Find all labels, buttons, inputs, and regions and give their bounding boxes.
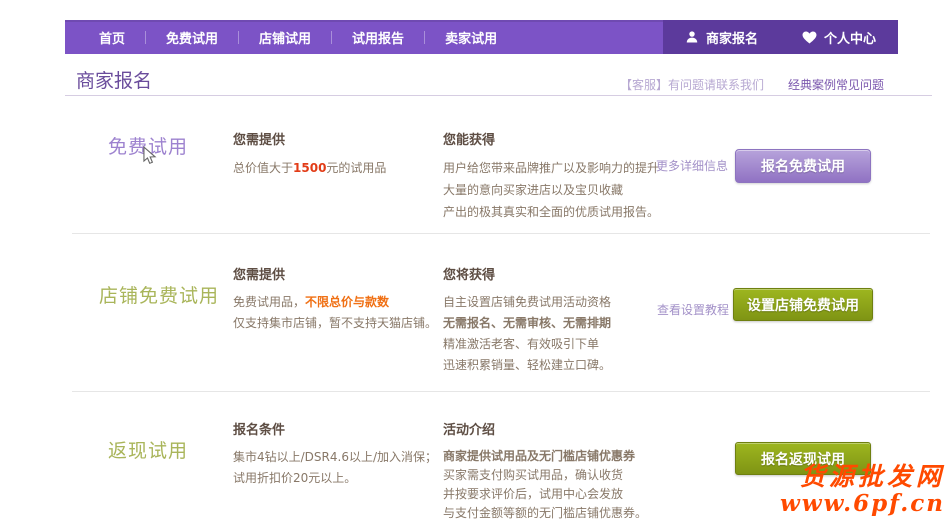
highlight-value: 不限总价与款数 xyxy=(305,295,389,309)
watermark-site-url: www.6pf.cn xyxy=(780,492,945,515)
benefit-line: 产出的极其真实和全面的优质试用报告。 xyxy=(443,201,659,223)
nav-personal-center-label: 个人中心 xyxy=(824,28,876,47)
text-segment: 免费试用品， xyxy=(233,295,305,309)
benefit-line: 迅速积累销量、轻松建立口碑。 xyxy=(443,355,611,376)
merchant-signup-page: 首页 免费试用 店铺试用 试用报告 卖家试用 商家报名 个人中心 xyxy=(0,0,948,519)
watermark-site-name: 货源批发网 xyxy=(800,464,945,489)
mouse-cursor-icon xyxy=(142,146,157,170)
col-heading: 报名条件 xyxy=(233,419,437,438)
page-title: 商家报名 xyxy=(76,66,152,93)
setup-shop-free-trial-button[interactable]: 设置店铺免费试用 xyxy=(733,288,873,321)
nav-item-seller-trial[interactable]: 卖家试用 xyxy=(425,28,517,47)
requirement-line: 总价值大于1500元的试用品 xyxy=(233,157,386,179)
condition-line: 试用折扣价20元以上。 xyxy=(233,468,437,489)
setup-tutorial-link[interactable]: 查看设置教程 xyxy=(657,301,729,318)
customer-service-link[interactable]: 【客服】有问题请联系我们 xyxy=(620,76,764,93)
col-heading: 您需提供 xyxy=(233,129,386,148)
requirement-line: 免费试用品，不限总价与款数 xyxy=(233,292,437,313)
classic-cases-link[interactable]: 经典案例 xyxy=(788,76,836,93)
section-label-cashback-trial: 返现试用 xyxy=(108,436,188,463)
intro-line: 并按要求评价后，试用中心会发放 xyxy=(443,485,647,504)
shop-trial-benefits: 您将获得 自主设置店铺免费试用活动资格 无需报名、无需审核、无需排期 精准激活老… xyxy=(443,264,611,376)
cashback-conditions: 报名条件 集市4钻以上/DSR4.6以上/加入消保； 试用折扣价20元以上。 xyxy=(233,419,437,489)
intro-line: 买家需支付购买试用品，确认收货 xyxy=(443,466,647,485)
condition-line: 集市4钻以上/DSR4.6以上/加入消保； xyxy=(233,447,437,468)
nav-personal-center[interactable]: 个人中心 xyxy=(802,28,876,47)
nav-item-home[interactable]: 首页 xyxy=(79,28,145,47)
requirement-line: 仅支持集市店铺，暂不支持天猫店铺。 xyxy=(233,313,437,334)
benefit-line: 自主设置店铺免费试用活动资格 xyxy=(443,292,611,313)
faq-link[interactable]: 常见问题 xyxy=(836,76,884,93)
intro-highlight-line: 商家提供试用品及无门槛店铺优惠券 xyxy=(443,447,647,466)
col-heading: 您需提供 xyxy=(233,264,437,283)
nav-merchant-signup[interactable]: 商家报名 xyxy=(685,28,758,47)
benefit-highlight-line: 无需报名、无需审核、无需排期 xyxy=(443,313,611,334)
benefit-line: 用户给您带来品牌推广以及影响力的提升 xyxy=(443,157,659,179)
cashback-intro: 活动介绍 商家提供试用品及无门槛店铺优惠券 买家需支付购买试用品，确认收货 并按… xyxy=(443,419,647,519)
nav-item-free-trial[interactable]: 免费试用 xyxy=(146,28,238,47)
free-trial-requirements: 您需提供 总价值大于1500元的试用品 xyxy=(233,129,386,179)
intro-line: 与支付金额等额的无门槛店铺优惠券。 xyxy=(443,504,647,519)
nav-left: 首页 免费试用 店铺试用 试用报告 卖家试用 xyxy=(65,20,517,54)
benefit-line: 大量的意向买家进店以及宝贝收藏 xyxy=(443,179,659,201)
section-label-shop-free-trial: 店铺免费试用 xyxy=(99,281,219,308)
nav-merchant-signup-label: 商家报名 xyxy=(706,28,758,47)
signup-free-trial-button[interactable]: 报名免费试用 xyxy=(735,149,871,183)
col-heading: 您将获得 xyxy=(443,264,611,283)
shop-trial-requirements: 您需提供 免费试用品，不限总价与款数 仅支持集市店铺，暂不支持天猫店铺。 xyxy=(233,264,437,334)
col-heading: 活动介绍 xyxy=(443,419,647,438)
heart-icon xyxy=(802,31,817,44)
free-trial-benefits: 您能获得 用户给您带来品牌推广以及影响力的提升 大量的意向买家进店以及宝贝收藏 … xyxy=(443,129,659,223)
nav-item-trial-report[interactable]: 试用报告 xyxy=(332,28,424,47)
nav-item-shop-trial[interactable]: 店铺试用 xyxy=(239,28,331,47)
section-divider xyxy=(72,391,930,392)
text-segment: 总价值大于 xyxy=(233,161,293,175)
user-icon xyxy=(685,30,699,44)
section-divider xyxy=(72,233,930,234)
title-divider xyxy=(65,95,932,96)
highlight-value: 1500 xyxy=(293,161,326,175)
text-segment: 元的试用品 xyxy=(326,161,386,175)
col-heading: 您能获得 xyxy=(443,129,659,148)
more-details-link[interactable]: 更多详细信息 xyxy=(656,157,728,174)
benefit-line: 精准激活老客、有效吸引下单 xyxy=(443,334,611,355)
nav-right: 商家报名 个人中心 xyxy=(663,20,898,54)
main-nav: 首页 免费试用 店铺试用 试用报告 卖家试用 商家报名 个人中心 xyxy=(65,20,898,54)
